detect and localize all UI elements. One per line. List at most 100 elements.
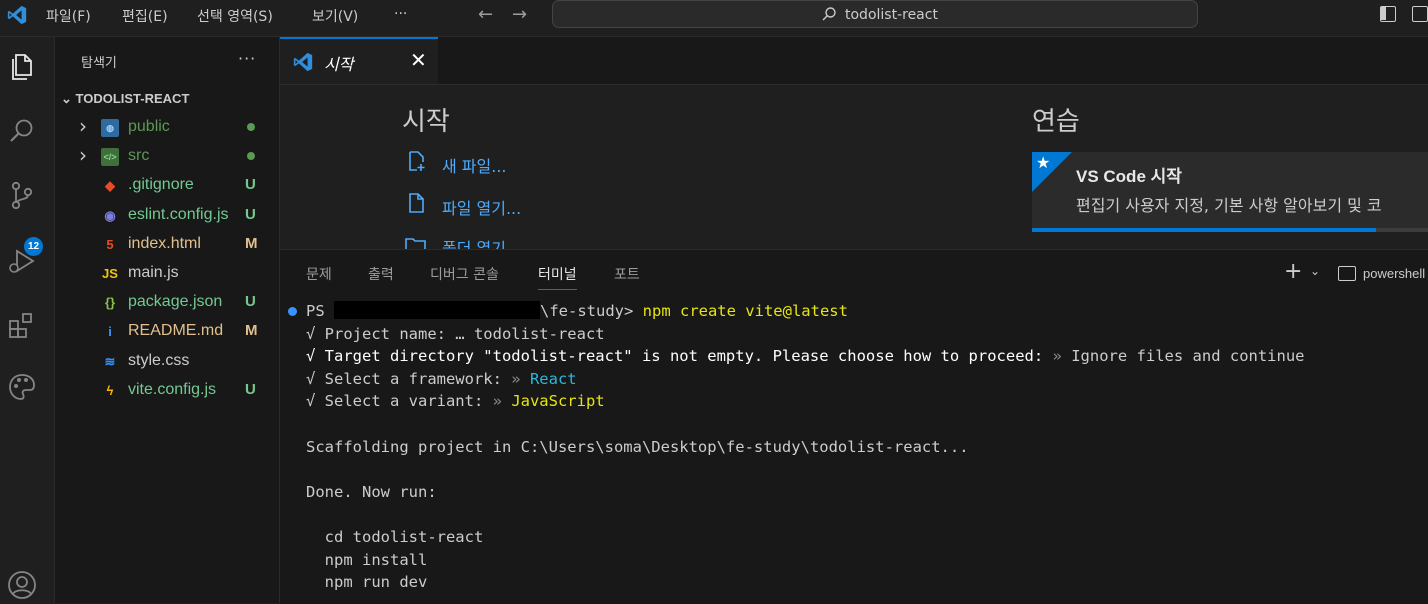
command-decoration-dot[interactable] <box>288 307 297 316</box>
git-status-badge: M <box>245 322 258 340</box>
workspace-root[interactable]: ⌄ TODOLIST-REACT <box>61 91 189 107</box>
vscode-logo-icon <box>293 52 313 72</box>
eslint-icon: ◉ <box>104 207 116 223</box>
command-center-search[interactable]: todolist-react <box>552 0 1198 28</box>
command-center-label: todolist-react <box>845 7 938 23</box>
terminal-command: npm create vite@latest <box>642 302 848 320</box>
walkthrough-card-desc: 편집기 사용자 지정, 기본 사항 알아보기 및 코 <box>1076 196 1382 215</box>
source-control-icon[interactable] <box>6 179 38 211</box>
terminal-output[interactable]: PS \fe-study> npm create vite@latest √ P… <box>306 300 1305 594</box>
folder-globe-icon: ◍ <box>101 119 119 137</box>
javascript-icon: JS <box>102 266 118 281</box>
explorer-sidebar: 탐색기 ··· ⌄ TODOLIST-REACT › ◍ public › </> src… <box>55 37 280 603</box>
welcome-page: 시작 새 파일... 파일 열기... 폴더 열기... 연습 ★ VS Cod… <box>280 85 1428 249</box>
workspace-root-label: TODOLIST-REACT <box>75 91 190 106</box>
new-file-icon <box>409 151 425 171</box>
tab-welcome[interactable]: 시작 ✕ <box>280 37 438 84</box>
tree-item-label: main.js <box>128 264 179 281</box>
new-terminal-plus-icon[interactable]: + <box>1284 259 1302 284</box>
tree-item-label: README.md <box>128 322 224 340</box>
open-file-icon <box>409 193 424 213</box>
line-target-label: √ Target directory "todolist-react" is n… <box>306 347 1044 366</box>
line-done: Done. Now run: <box>306 482 437 501</box>
walkthrough-card-title: VS Code 시작 <box>1076 167 1182 186</box>
line-variant-label: √ Select a variant: <box>306 392 484 411</box>
tree-item-label: public <box>128 118 170 135</box>
line-scaffold: Scaffolding project in C:\Users\soma\Des… <box>306 437 969 456</box>
walkthrough-card[interactable]: ★ VS Code 시작 편집기 사용자 지정, 기본 사항 알아보기 및 코 <box>1032 152 1428 232</box>
arrow-sep: » <box>501 369 530 388</box>
line-project-name: √ Project name: … todolist-react <box>306 324 605 343</box>
tab-welcome-label: 시작 <box>324 55 354 74</box>
extensions-icon[interactable] <box>6 309 38 341</box>
tree-item[interactable]: ϟ vite.config.js U <box>55 376 279 404</box>
tree-item[interactable]: JS main.js <box>55 259 279 287</box>
tree-item[interactable]: › </> src <box>55 142 279 170</box>
json-icon: {} <box>104 295 116 311</box>
terminal-profile-label[interactable]: powershell <box>1363 266 1425 281</box>
prompt-prefix: PS <box>306 302 334 320</box>
explorer-more-actions[interactable]: ··· <box>238 49 256 68</box>
vite-icon: ϟ <box>106 382 114 398</box>
activity-bar: 12 <box>0 37 55 603</box>
tree-item[interactable]: ◆ .gitignore U <box>55 171 279 199</box>
menu-more[interactable]: ··· <box>394 6 407 22</box>
forward-arrow-icon[interactable]: → <box>512 4 527 25</box>
tree-item[interactable]: ≋ style.css <box>55 347 279 375</box>
explorer-icon[interactable] <box>6 51 38 83</box>
theme-palette-icon[interactable] <box>6 371 38 403</box>
menu-edit[interactable]: 편집(E) <box>122 6 168 26</box>
prompt-suffix: \fe-study> <box>540 302 643 320</box>
tree-item[interactable]: {} package.json U <box>55 288 279 316</box>
git-status-badge: U <box>245 205 256 223</box>
star-icon: ★ <box>1036 153 1051 172</box>
git-status-badge: M <box>245 234 258 252</box>
open-file-link[interactable]: 파일 열기... <box>442 195 521 219</box>
tab-debug-console[interactable]: 디버그 콘솔 <box>430 264 499 284</box>
search-icon <box>822 7 836 21</box>
tree-item[interactable]: › ◍ public <box>55 113 279 141</box>
bottom-panel: 문제 출력 디버그 콘솔 터미널 포트 + ⌄ powershell PS \f… <box>280 249 1428 604</box>
menu-selection[interactable]: 선택 영역(S) <box>197 6 273 26</box>
git-icon: ◆ <box>105 178 115 194</box>
git-status-badge: U <box>245 176 256 194</box>
walkthrough-progress-bar <box>1032 228 1377 232</box>
terminal-profile-icon <box>1338 266 1356 281</box>
css-icon: ≋ <box>104 353 116 369</box>
search-view-icon[interactable] <box>6 115 38 147</box>
tree-item-label: vite.config.js <box>128 380 217 398</box>
accounts-icon[interactable] <box>6 569 38 601</box>
tab-ports[interactable]: 포트 <box>614 264 640 284</box>
tab-output[interactable]: 출력 <box>368 264 394 284</box>
walkthrough-heading: 연습 <box>1032 107 1080 137</box>
toggle-panel-icon[interactable] <box>1412 6 1428 22</box>
tree-item-label: src <box>128 147 150 165</box>
explorer-title: 탐색기 <box>81 56 117 71</box>
chevron-down-icon[interactable]: ⌄ <box>1310 264 1320 278</box>
tree-item-label: style.css <box>128 351 190 369</box>
chevron-right-icon[interactable]: › <box>79 114 87 138</box>
menu-file[interactable]: 파일(F) <box>46 6 91 26</box>
tree-item-label: package.json <box>128 293 223 311</box>
git-status-dot <box>247 123 255 131</box>
arrow-sep: » <box>1043 347 1072 366</box>
html-icon: 5 <box>106 236 114 252</box>
back-arrow-icon[interactable]: ← <box>478 4 493 25</box>
toggle-sidebar-icon[interactable] <box>1380 6 1396 22</box>
open-folder-link[interactable]: 폴더 열기... <box>442 235 521 249</box>
new-file-link[interactable]: 새 파일... <box>442 153 507 177</box>
menu-view[interactable]: 보기(V) <box>312 6 358 26</box>
run-debug-icon[interactable] <box>6 245 38 277</box>
tree-item-label: eslint.config.js <box>128 205 229 223</box>
info-icon: i <box>108 324 112 340</box>
close-icon[interactable]: ✕ <box>410 48 427 72</box>
tree-item[interactable]: ◉ eslint.config.js U <box>55 201 279 229</box>
tree-item[interactable]: 5 index.html M <box>55 230 279 258</box>
tab-problems[interactable]: 문제 <box>306 264 332 284</box>
chevron-down-icon: ⌄ <box>61 91 76 106</box>
line-variant-value: JavaScript <box>511 392 605 411</box>
tree-item[interactable]: i README.md M <box>55 317 279 345</box>
tab-terminal[interactable]: 터미널 <box>538 264 577 290</box>
chevron-right-icon[interactable]: › <box>79 143 87 167</box>
title-bar: 파일(F) 편집(E) 선택 영역(S) 보기(V) ··· ← → todol… <box>0 0 1428 37</box>
